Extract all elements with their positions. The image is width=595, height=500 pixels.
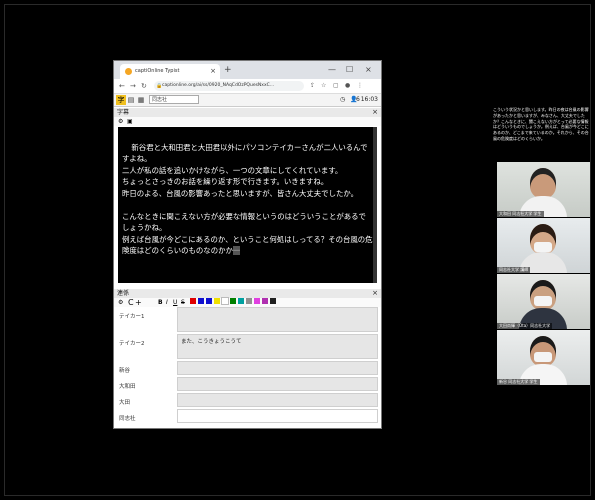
- relay-panel-header: 連係 ×: [114, 289, 381, 298]
- side-caption-text: こういう状況かと思いします。昨日の夜は台風の影響があったかと思いますが、みなさん…: [493, 107, 589, 141]
- maximize-button[interactable]: ☐: [346, 64, 353, 76]
- bold-button[interactable]: B: [158, 298, 163, 307]
- profile-icon[interactable]: ●: [345, 81, 350, 91]
- clock-icon: ◷: [340, 96, 346, 103]
- minimize-button[interactable]: —: [328, 64, 336, 76]
- grid-icon[interactable]: ▦: [136, 95, 146, 105]
- typist-label: 新谷: [119, 368, 131, 374]
- color-swatch[interactable]: [230, 298, 236, 304]
- participant-name: 大田尚輝（Ota）同志社大学: [497, 323, 553, 329]
- caption-cursor: 一: [232, 246, 241, 255]
- typist-name-input[interactable]: 同志社: [149, 95, 199, 104]
- forward-icon[interactable]: →: [130, 81, 136, 91]
- typist-input[interactable]: [177, 409, 378, 423]
- caption-panel-toolbar: ⚙ ▣: [114, 117, 381, 126]
- lock-icon: 🔒: [156, 83, 163, 89]
- color-swatch[interactable]: [221, 297, 229, 305]
- typist-input[interactable]: [177, 377, 378, 391]
- typist-label: テイカー1: [119, 314, 145, 320]
- color-swatch[interactable]: [198, 298, 204, 304]
- settings-icon[interactable]: ⚙: [118, 298, 123, 307]
- caption-display[interactable]: 新谷君と大和田君と大田君以外にパソコンテイカーさんが二人いるんですよね。 二人が…: [118, 127, 377, 283]
- keyboard-icon[interactable]: ▤: [126, 95, 136, 105]
- color-swatch[interactable]: [270, 298, 276, 304]
- tab-search-icon[interactable]: ▢: [333, 81, 339, 91]
- color-swatch[interactable]: [262, 298, 268, 304]
- more-menu-icon[interactable]: ⋮: [357, 81, 363, 91]
- underline-button[interactable]: U: [173, 298, 177, 307]
- url-field[interactable]: 🔒 captionline.org/ai/ss/0920_NAqCdOzPQue…: [154, 81, 304, 91]
- browser-window: captiOnline Typist × + — ☐ × ← → ↻ 🔒 cap…: [113, 60, 382, 429]
- strike-button[interactable]: S: [181, 298, 185, 307]
- color-swatch[interactable]: [254, 298, 260, 304]
- url-text: captionline.org/ai/ss/0920_NAqCdOzPQuesN…: [162, 83, 275, 88]
- browser-tab[interactable]: captiOnline Typist ×: [120, 64, 220, 79]
- tab-close-button[interactable]: ×: [210, 64, 216, 79]
- relay-toolbar: ⚙ C + B I U S: [114, 297, 381, 307]
- refresh-icon[interactable]: C: [128, 298, 134, 307]
- participant-video[interactable]: 大田尚輝（Ota）同志社大学: [497, 274, 590, 329]
- caption-panel-title: 字幕: [117, 109, 130, 116]
- color-swatch[interactable]: [246, 298, 252, 304]
- typist-input[interactable]: [177, 361, 378, 375]
- color-swatch[interactable]: [214, 298, 220, 304]
- italic-button[interactable]: I: [166, 298, 168, 307]
- typist-label: テイカー2: [119, 341, 145, 347]
- typist-input[interactable]: [177, 307, 378, 332]
- document-icon[interactable]: ▣: [127, 117, 133, 126]
- caption-text: 新谷君と大和田君と大田君以外にパソコンテイカーさんが二人いるんですよね。 二人が…: [122, 142, 373, 256]
- typist-input[interactable]: また、こうきょうこうて: [177, 334, 378, 359]
- typist-label: 同志社: [119, 416, 136, 422]
- tab-title: captiOnline Typist: [135, 68, 180, 74]
- color-swatch[interactable]: [206, 298, 212, 304]
- participant-video[interactable]: 大和田 同志社大学 学生: [497, 162, 590, 217]
- browser-tab-bar: captiOnline Typist × + — ☐ ×: [114, 61, 381, 79]
- typist-label: 大和田: [119, 384, 136, 390]
- user-count: 6: [356, 96, 360, 103]
- participant-video[interactable]: 同志社大学 講師: [497, 218, 590, 273]
- typist-label: 大田: [119, 400, 131, 406]
- caption-scrollbar[interactable]: [373, 127, 377, 283]
- new-tab-button[interactable]: +: [224, 64, 232, 76]
- participant-name: 新谷 同志社大学 学生: [497, 379, 540, 385]
- clock-time: 16:03: [360, 96, 378, 103]
- reload-icon[interactable]: ↻: [141, 81, 147, 91]
- share-icon[interactable]: ⇪: [310, 81, 315, 91]
- participant-video[interactable]: 新谷 同志社大学 学生: [497, 330, 590, 385]
- caption-panel-header: 字幕 ×: [114, 108, 381, 117]
- window-close-button[interactable]: ×: [365, 64, 372, 76]
- favicon-icon: [125, 68, 132, 75]
- relay-panel-close-button[interactable]: ×: [372, 289, 378, 298]
- add-icon[interactable]: +: [135, 298, 142, 307]
- color-swatch[interactable]: [238, 298, 244, 304]
- settings-icon[interactable]: ⚙: [118, 117, 123, 126]
- app-toolbar: 字 ▤ ▦ 同志社 ◷ 👤 6 16:03: [114, 94, 381, 107]
- typist-input[interactable]: [177, 393, 378, 407]
- participant-name: 同志社大学 講師: [497, 267, 531, 273]
- caption-panel-close-button[interactable]: ×: [372, 108, 378, 117]
- back-icon[interactable]: ←: [119, 81, 125, 91]
- relay-panel-title: 連係: [117, 290, 130, 297]
- address-bar-row: ← → ↻ 🔒 captionline.org/ai/ss/0920_NAqCd…: [114, 79, 381, 94]
- star-icon[interactable]: ☆: [321, 81, 326, 91]
- color-swatch[interactable]: [190, 298, 196, 304]
- participant-name: 大和田 同志社大学 学生: [497, 211, 544, 217]
- app-logo-icon: 字: [116, 95, 126, 105]
